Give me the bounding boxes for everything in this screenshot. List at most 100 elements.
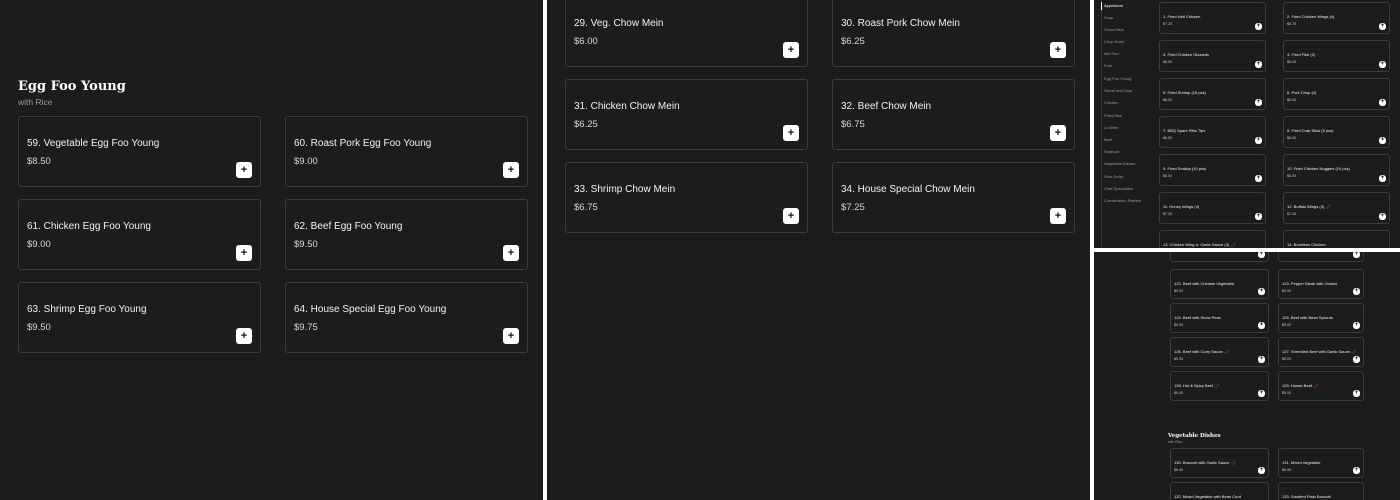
add-to-cart-button[interactable]: + xyxy=(1255,99,1262,106)
add-to-cart-button[interactable]: + xyxy=(1258,467,1265,474)
menu-item-card[interactable]: 63. Shrimp Egg Foo Young $9.50 + xyxy=(18,282,261,353)
add-to-cart-button[interactable]: + xyxy=(1353,322,1360,329)
menu-item-card[interactable]: 11. Honey Wings (4) $7.25 + xyxy=(1159,192,1266,224)
add-to-cart-button[interactable]: + xyxy=(783,42,799,58)
menu-item-card[interactable]: 130. Broccoli with Garlic Sauce 🌶 $6.50 … xyxy=(1170,448,1269,478)
category-nav-item-beef[interactable]: Beef xyxy=(1104,137,1112,142)
menu-item-card[interactable]: 14. Boneless Chicken xyxy=(1283,230,1390,248)
menu-item-card[interactable]: 132. Mixed Vegetable with Bean Curd xyxy=(1170,482,1269,500)
menu-item-card[interactable]: 7. BBQ Spare Ribs Tips $6.50 + xyxy=(1159,116,1266,148)
menu-item-name: 62. Beef Egg Foo Young xyxy=(294,221,403,232)
menu-item-card[interactable]: 124. Beef with Snow Peas $9.00 + xyxy=(1170,303,1269,333)
category-nav-item-chicken[interactable]: Chicken xyxy=(1104,100,1118,105)
category-nav-item-vegetable-dishes[interactable]: Vegetable Dishes xyxy=(1104,161,1135,166)
add-to-cart-button[interactable]: + xyxy=(783,208,799,224)
menu-item-card[interactable]: 12. Buffalo Wings (4) 🌶 $7.25 + xyxy=(1283,192,1390,224)
menu-item-card[interactable]: 32. Beef Chow Mein $6.75 + xyxy=(832,79,1075,150)
menu-item-card[interactable]: 61. Chicken Egg Foo Young $9.00 + xyxy=(18,199,261,270)
add-to-cart-button[interactable]: + xyxy=(1353,356,1360,363)
menu-item-price: $6.00 xyxy=(1163,98,1172,102)
add-to-cart-button[interactable]: + xyxy=(503,245,519,261)
category-nav-item-side-order[interactable]: Side Order xyxy=(1104,174,1123,179)
menu-item-name: 34. House Special Chow Mein xyxy=(841,184,975,195)
add-to-cart-button[interactable]: + xyxy=(1353,390,1360,397)
category-nav-item-egg-foo-young[interactable]: Egg Foo Young xyxy=(1104,76,1131,81)
menu-item-card[interactable]: 5. Fried Shrimp (15 pcs) $6.00 + xyxy=(1159,78,1266,110)
menu-item-card[interactable]: 13. Chicken Wing w. Garlic Sauce (4) 🌶 xyxy=(1159,230,1266,248)
add-to-cart-button[interactable]: + xyxy=(1050,42,1066,58)
add-to-cart-button[interactable]: + xyxy=(1379,61,1386,68)
add-to-cart-button[interactable]: + xyxy=(503,328,519,344)
category-nav-item-chow-mein[interactable]: Chow Mein xyxy=(1104,27,1124,32)
menu-item-card[interactable]: 4. Fried Fish (2) $6.25 + xyxy=(1283,40,1390,72)
menu-item-card[interactable]: 33. Shrimp Chow Mein $6.75 + xyxy=(565,162,808,233)
menu-item-card[interactable]: + xyxy=(1278,252,1364,262)
category-nav-item-mei-fun[interactable]: Mei Fun xyxy=(1104,51,1118,56)
menu-item-card[interactable]: 62. Beef Egg Foo Young $9.50 + xyxy=(285,199,528,270)
add-to-cart-button[interactable]: + xyxy=(236,328,252,344)
menu-item-card[interactable]: 64. House Special Egg Foo Young $9.75 + xyxy=(285,282,528,353)
egg-foo-young-panel: Egg Foo Young with Rice 59. Vegetable Eg… xyxy=(0,0,543,500)
menu-item-card[interactable]: 30. Roast Pork Chow Mein $6.25 + xyxy=(832,0,1075,67)
add-to-cart-button[interactable]: + xyxy=(1258,322,1265,329)
category-nav-item-combination-platters[interactable]: Combination Platters xyxy=(1104,198,1141,203)
add-to-cart-button[interactable]: + xyxy=(236,162,252,178)
add-to-cart-button[interactable]: + xyxy=(1379,213,1386,220)
category-nav-item-chop-suey[interactable]: Chop Suey xyxy=(1104,39,1124,44)
add-to-cart-button[interactable]: + xyxy=(1258,390,1265,397)
category-nav-item-lo-mein[interactable]: Lo Mein xyxy=(1104,125,1118,130)
menu-item-card[interactable]: 127. Shredded Beef with Garlic Sauce 🌶 $… xyxy=(1278,337,1364,367)
add-to-cart-button[interactable]: + xyxy=(1353,288,1360,295)
add-to-cart-button[interactable]: + xyxy=(1379,137,1386,144)
add-to-cart-button[interactable]: + xyxy=(1379,99,1386,106)
add-to-cart-button[interactable]: + xyxy=(1353,252,1360,258)
menu-item-card[interactable]: 128. Hot & Spicy Beef 🌶 $9.00 + xyxy=(1170,371,1269,401)
add-to-cart-button[interactable]: + xyxy=(1255,213,1262,220)
add-to-cart-button[interactable]: + xyxy=(1255,137,1262,144)
menu-item-price: $6.25 xyxy=(1287,60,1296,64)
menu-item-card[interactable]: 34. House Special Chow Mein $7.25 + xyxy=(832,162,1075,233)
add-to-cart-button[interactable]: + xyxy=(1379,23,1386,30)
menu-item-card[interactable]: 123. Pepper Steak with Onions $9.00 + xyxy=(1278,269,1364,299)
category-nav-item-chef-specialties[interactable]: Chef Specialties xyxy=(1104,186,1133,191)
menu-item-card[interactable]: 8. Fried Crab Stick (5 pcs) $6.00 + xyxy=(1283,116,1390,148)
add-to-cart-button[interactable]: + xyxy=(1258,288,1265,295)
add-to-cart-button[interactable]: + xyxy=(783,125,799,141)
menu-item-card[interactable]: 31. Chicken Chow Mein $6.25 + xyxy=(565,79,808,150)
menu-item-card[interactable]: 3. Fried Chicken Gizzards $6.00 + xyxy=(1159,40,1266,72)
menu-item-card[interactable]: 125. Beef with Bean Sprouts $9.00 + xyxy=(1278,303,1364,333)
add-to-cart-button[interactable]: + xyxy=(1255,175,1262,182)
add-to-cart-button[interactable]: + xyxy=(503,162,519,178)
category-nav-item-appetizers[interactable]: Appetizers xyxy=(1104,3,1123,8)
add-to-cart-button[interactable]: + xyxy=(1050,208,1066,224)
category-nav-item-fried-rice[interactable]: Fried Rice xyxy=(1104,113,1122,118)
menu-item-card[interactable]: 129. Hunan Beef 🌶 $9.00 + xyxy=(1278,371,1364,401)
menu-item-card[interactable]: 126. Beef with Curry Sauce 🌶 $9.00 + xyxy=(1170,337,1269,367)
category-nav-item-seafood[interactable]: Seafood xyxy=(1104,149,1119,154)
menu-item-card[interactable]: 9. Fried Scallop (10 pcs) $6.00 + xyxy=(1159,154,1266,186)
menu-item-card[interactable]: 131. Mixed Vegetable $6.50 + xyxy=(1278,448,1364,478)
add-to-cart-button[interactable]: + xyxy=(1258,356,1265,363)
add-to-cart-button[interactable]: + xyxy=(1258,252,1265,258)
add-to-cart-button[interactable]: + xyxy=(236,245,252,261)
menu-item-name: 32. Beef Chow Mein xyxy=(841,101,932,112)
menu-item-card[interactable]: 2. Fried Chicken Wings (4) $6.75 + xyxy=(1283,2,1390,34)
category-nav-item-pork[interactable]: Pork xyxy=(1104,63,1112,68)
menu-item-card[interactable]: 122. Beef with Chinese Vegetable $9.00 + xyxy=(1170,269,1269,299)
menu-item-card[interactable]: 29. Veg. Chow Mein $6.00 + xyxy=(565,0,808,67)
menu-item-card[interactable]: 10. Fried Chicken Nuggets (10 pcs) $6.00… xyxy=(1283,154,1390,186)
menu-item-card[interactable]: + xyxy=(1170,252,1269,262)
add-to-cart-button[interactable]: + xyxy=(1050,125,1066,141)
category-nav-item-sweet-and-sour[interactable]: Sweet and Sour xyxy=(1104,88,1132,93)
menu-item-card[interactable]: 6. Pork Chop (2) $6.00 + xyxy=(1283,78,1390,110)
menu-item-card[interactable]: 133. Sautéed Plain Broccoli xyxy=(1278,482,1364,500)
add-to-cart-button[interactable]: + xyxy=(1379,175,1386,182)
add-to-cart-button[interactable]: + xyxy=(1255,23,1262,30)
add-to-cart-button[interactable]: + xyxy=(1255,61,1262,68)
menu-item-name: 123. Pepper Steak with Onions xyxy=(1282,281,1338,286)
menu-item-card[interactable]: 60. Roast Pork Egg Foo Young $9.00 + xyxy=(285,116,528,187)
category-nav-item-soup[interactable]: Soup xyxy=(1104,15,1113,20)
menu-item-card[interactable]: 1. Fried Half Chicken $7.25 + xyxy=(1159,2,1266,34)
menu-item-card[interactable]: 59. Vegetable Egg Foo Young $8.50 + xyxy=(18,116,261,187)
add-to-cart-button[interactable]: + xyxy=(1353,467,1360,474)
